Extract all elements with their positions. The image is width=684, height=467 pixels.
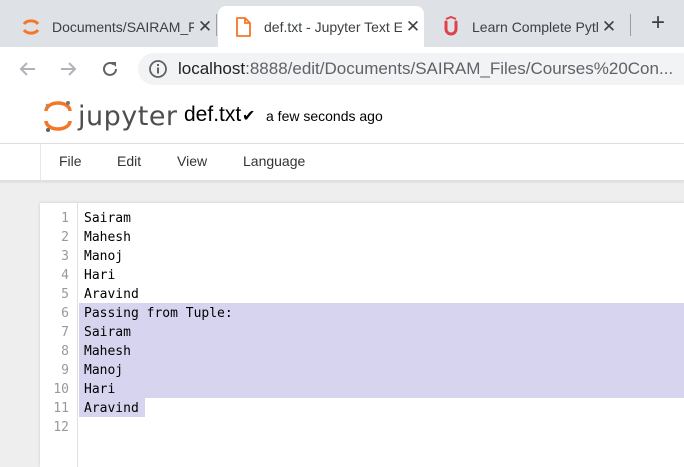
close-icon[interactable]: ✕ <box>598 17 620 37</box>
reload-button[interactable] <box>96 55 124 83</box>
line-text[interactable]: Hari <box>84 266 115 285</box>
reload-icon <box>103 61 117 76</box>
line-number: 3 <box>61 249 69 264</box>
jupyter-logo-text: jupyter <box>78 100 178 132</box>
forward-button[interactable] <box>54 55 82 83</box>
document-icon <box>236 16 251 37</box>
line-number: 11 <box>53 401 69 416</box>
menu-edit[interactable]: Edit <box>117 153 141 169</box>
editor-line[interactable]: 10 Hari <box>40 380 684 399</box>
line-text[interactable]: Mahesh <box>84 228 131 247</box>
editor-line[interactable]: 12 <box>40 418 684 437</box>
tab-documents[interactable]: Documents/SAIRAM_Files/ ✕ <box>20 6 216 47</box>
file-name[interactable]: def.txt <box>184 103 241 127</box>
address-bar[interactable]: localhost:8888/edit/Documents/SAIRAM_Fil… <box>138 53 684 85</box>
editor-line[interactable]: 11 Aravind <box>40 399 684 418</box>
line-number: 7 <box>61 325 69 340</box>
editor-line[interactable]: 9 Manoj <box>40 361 684 380</box>
line-text[interactable]: Manoj <box>84 361 123 380</box>
line-number: 6 <box>61 306 69 321</box>
tab-def-txt[interactable]: def.txt - Jupyter Text Editor ✕ <box>218 6 424 47</box>
jupyter-favicon <box>22 18 40 35</box>
saved-check-icon: ✔ <box>242 108 256 125</box>
menu-language[interactable]: Language <box>243 153 305 169</box>
jupyter-logo[interactable]: jupyter <box>44 99 178 133</box>
text-editor[interactable]: 1 Sairam 2 Mahesh 3 Manoj 4 Hari 5 Aravind 6P… <box>40 203 684 467</box>
tab-learn-python[interactable]: Learn Complete Python ✕ <box>430 6 620 47</box>
editor-line[interactable]: 4 Hari <box>40 266 684 285</box>
menu-container: File Edit View Language <box>40 144 305 180</box>
url-text: localhost:8888/edit/Documents/SAIRAM_Fil… <box>178 59 673 79</box>
line-text[interactable]: Sairam <box>84 323 131 342</box>
back-button[interactable] <box>14 55 42 83</box>
editor-line[interactable]: 1 Sairam <box>40 209 684 228</box>
save-status: a few seconds ago <box>266 108 383 124</box>
url-host: localhost <box>178 59 246 78</box>
line-text[interactable]: Aravind <box>84 285 139 304</box>
tab-divider <box>216 14 217 36</box>
close-icon[interactable]: ✕ <box>402 17 424 37</box>
line-text[interactable]: Aravind <box>84 399 139 418</box>
arrow-right-icon <box>61 62 77 76</box>
editor-line[interactable]: 3 Manoj <box>40 247 684 266</box>
menu-bar: File Edit View Language <box>0 144 684 181</box>
jupyter-logo-icon <box>44 101 72 132</box>
browser-toolbar: localhost:8888/edit/Documents/SAIRAM_Fil… <box>0 47 684 91</box>
new-tab-button[interactable]: + <box>644 10 672 38</box>
line-text[interactable]: Sairam <box>84 209 131 228</box>
udemy-icon <box>444 15 458 35</box>
line-text[interactable]: Manoj <box>84 247 123 266</box>
tab-title: Learn Complete Python <box>472 18 598 35</box>
line-number: 4 <box>61 268 69 283</box>
line-number: 2 <box>61 230 69 245</box>
line-number: 9 <box>61 363 69 378</box>
line-number: 1 <box>61 211 69 226</box>
jupyter-header: jupyter def.txt ✔ a few seconds ago <box>0 91 684 144</box>
line-number: 10 <box>53 382 69 397</box>
editor-line[interactable]: 7 Sairam <box>40 323 684 342</box>
info-icon[interactable] <box>148 59 168 79</box>
tab-title: Documents/SAIRAM_Files/ <box>52 18 194 35</box>
editor-line[interactable]: 5 Aravind <box>40 285 684 304</box>
editor-line[interactable]: 8 Mahesh <box>40 342 684 361</box>
line-number: 8 <box>61 344 69 359</box>
editor-line[interactable]: 6 Passing from Tuple: <box>40 304 684 323</box>
line-text[interactable]: Mahesh <box>84 342 131 361</box>
editor-line[interactable]: 2 Mahesh <box>40 228 684 247</box>
close-icon[interactable]: ✕ <box>194 17 216 37</box>
line-text[interactable]: Hari <box>84 380 115 399</box>
menu-file[interactable]: File <box>59 153 82 169</box>
line-number: 12 <box>53 420 69 435</box>
tab-divider <box>630 14 631 36</box>
line-text[interactable]: Passing from Tuple: <box>84 304 233 323</box>
menu-view[interactable]: View <box>177 153 207 169</box>
arrow-left-icon <box>19 62 35 76</box>
line-number: 5 <box>61 287 69 302</box>
url-path: :8888/edit/Documents/SAIRAM_Files/Course… <box>245 59 674 78</box>
tab-strip: Documents/SAIRAM_Files/ ✕ def.txt - Jupy… <box>0 0 684 47</box>
tab-title: def.txt - Jupyter Text Editor <box>264 18 402 35</box>
